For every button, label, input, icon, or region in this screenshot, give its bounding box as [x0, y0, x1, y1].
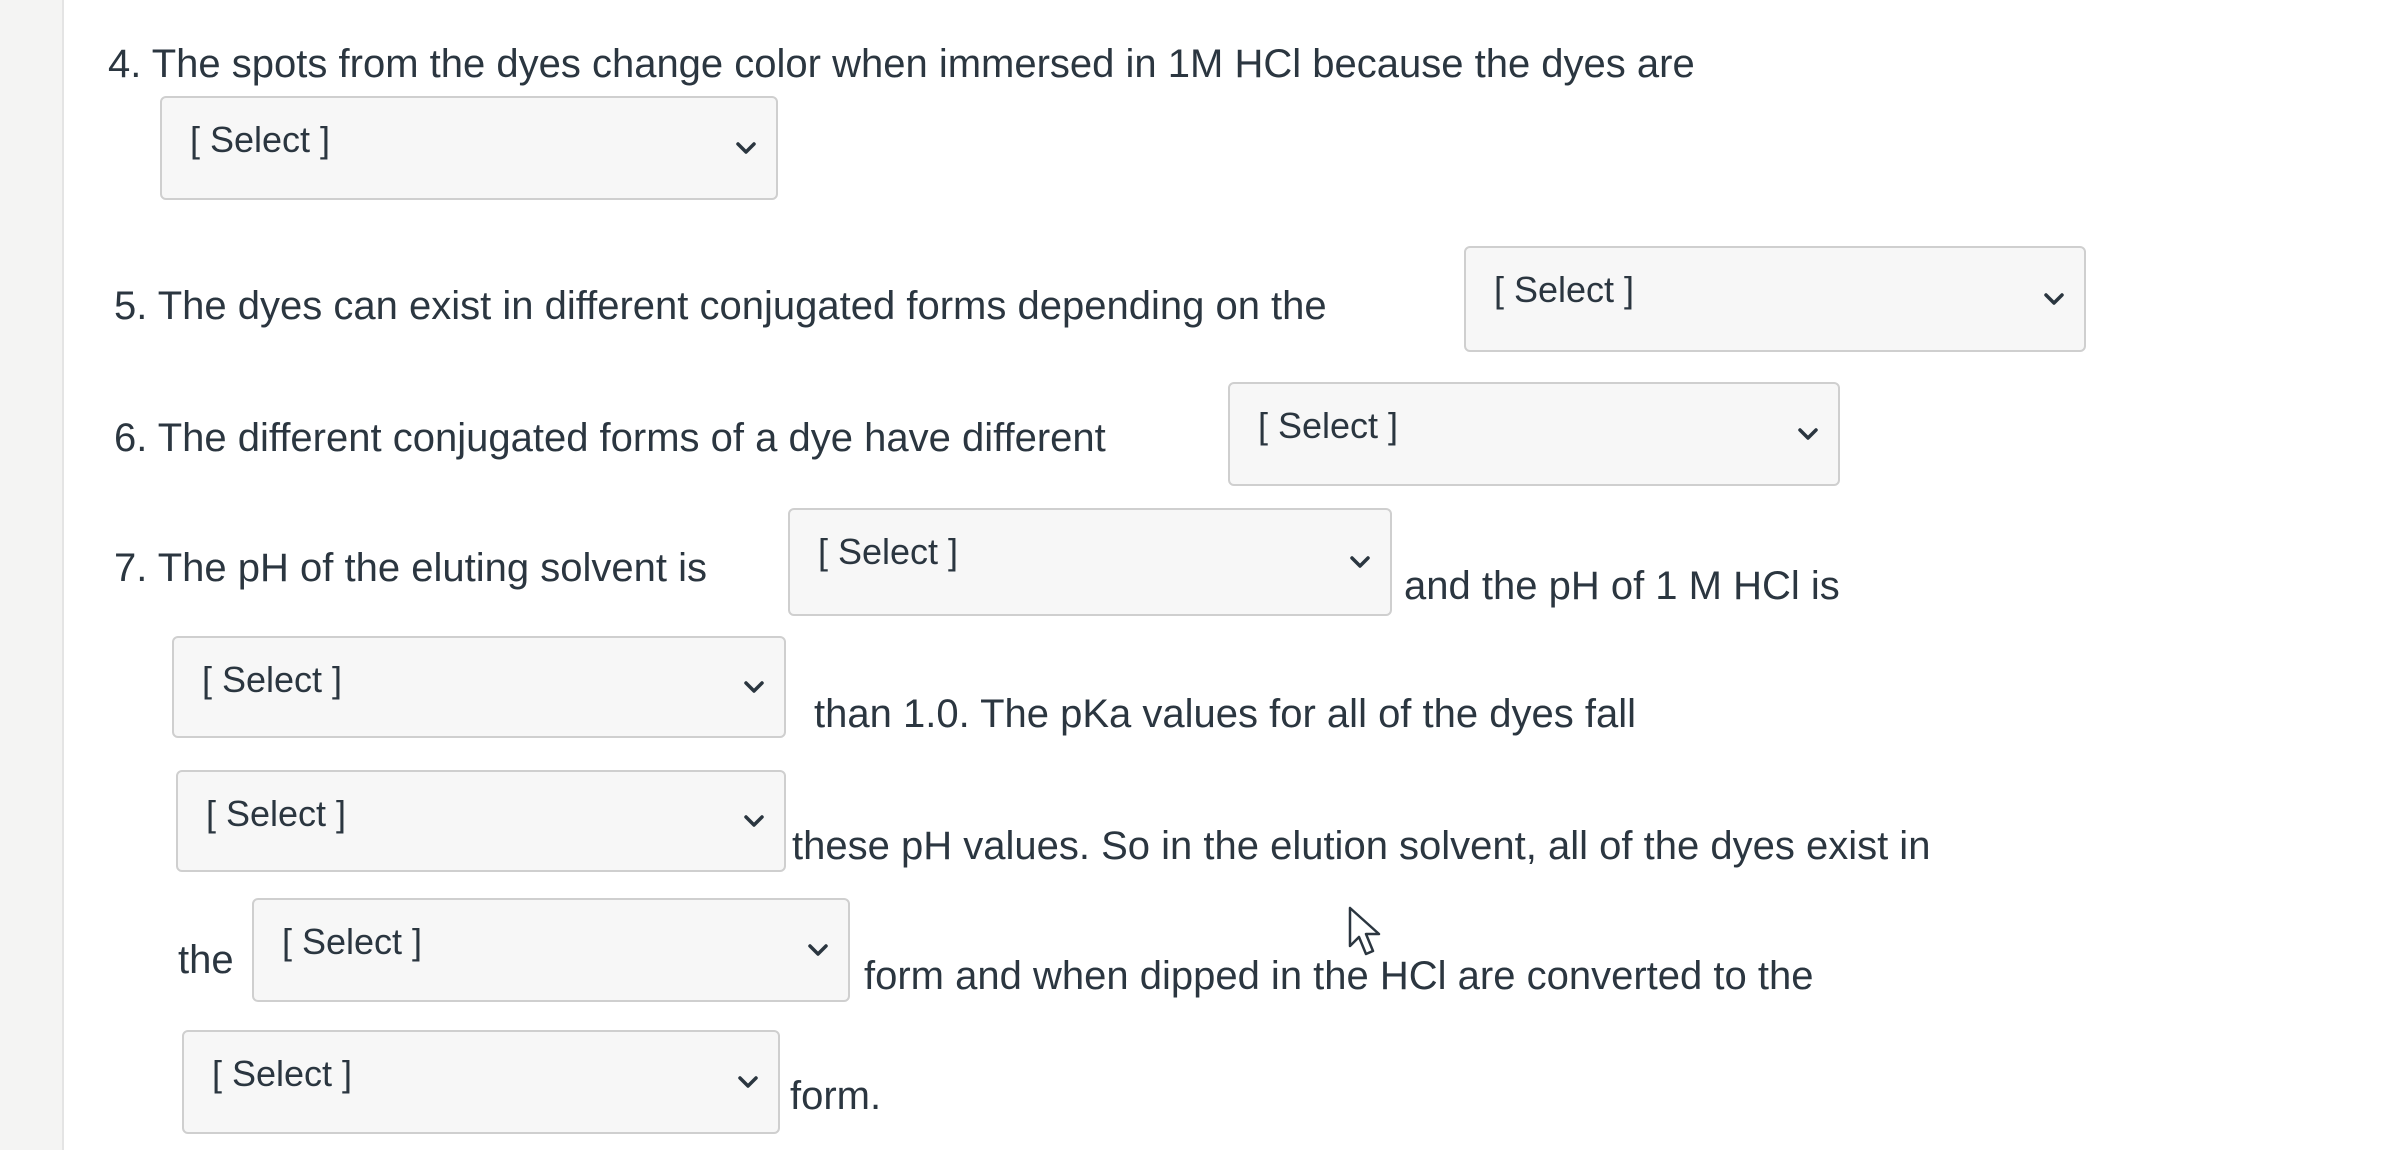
question-7-text-before: 7. The pH of the eluting solvent is	[114, 546, 707, 590]
question-7-text-the: the	[178, 938, 234, 982]
mouse-pointer-icon	[1346, 906, 1386, 960]
chevron-down-icon	[740, 807, 768, 835]
quiz-panel: 4. The spots from the dyes change color …	[62, 0, 2396, 1150]
select-placeholder: [ Select ]	[190, 119, 331, 160]
chevron-down-icon	[804, 936, 832, 964]
select-placeholder: [ Select ]	[282, 921, 423, 962]
select-placeholder: [ Select ]	[202, 659, 343, 700]
question-7-text-after-5: form.	[790, 1074, 882, 1118]
question-7-select-4[interactable]: [ Select ]	[252, 898, 850, 1002]
select-placeholder: [ Select ]	[818, 531, 959, 572]
chevron-down-icon	[1794, 420, 1822, 448]
chevron-down-icon	[740, 673, 768, 701]
select-placeholder: [ Select ]	[1494, 269, 1635, 310]
question-7-text-after-1: and the pH of 1 M HCl is	[1404, 564, 1840, 608]
select-placeholder: [ Select ]	[212, 1053, 353, 1094]
select-placeholder: [ Select ]	[206, 793, 347, 834]
question-7-text-after-4: form and when dipped in the HCl are conv…	[864, 954, 1814, 998]
question-7-select-3[interactable]: [ Select ]	[176, 770, 786, 872]
question-6-select[interactable]: [ Select ]	[1228, 382, 1840, 486]
question-6-text: 6. The different conjugated forms of a d…	[114, 416, 1106, 460]
chevron-down-icon	[734, 1068, 762, 1096]
question-7-select-2[interactable]: [ Select ]	[172, 636, 786, 738]
select-placeholder: [ Select ]	[1258, 405, 1399, 446]
question-7-text-after-2: than 1.0. The pKa values for all of the …	[814, 692, 1636, 736]
chevron-down-icon	[1346, 548, 1374, 576]
question-7-select-5[interactable]: [ Select ]	[182, 1030, 780, 1134]
question-5-select[interactable]: [ Select ]	[1464, 246, 2086, 352]
question-7-text-after-3: these pH values. So in the elution solve…	[792, 824, 1931, 868]
question-7-select-1[interactable]: [ Select ]	[788, 508, 1392, 616]
chevron-down-icon	[732, 134, 760, 162]
question-4-select[interactable]: [ Select ]	[160, 96, 778, 200]
question-5-text: 5. The dyes can exist in different conju…	[114, 284, 1327, 328]
question-4-text: 4. The spots from the dyes change color …	[108, 42, 1695, 86]
chevron-down-icon	[2040, 285, 2068, 313]
